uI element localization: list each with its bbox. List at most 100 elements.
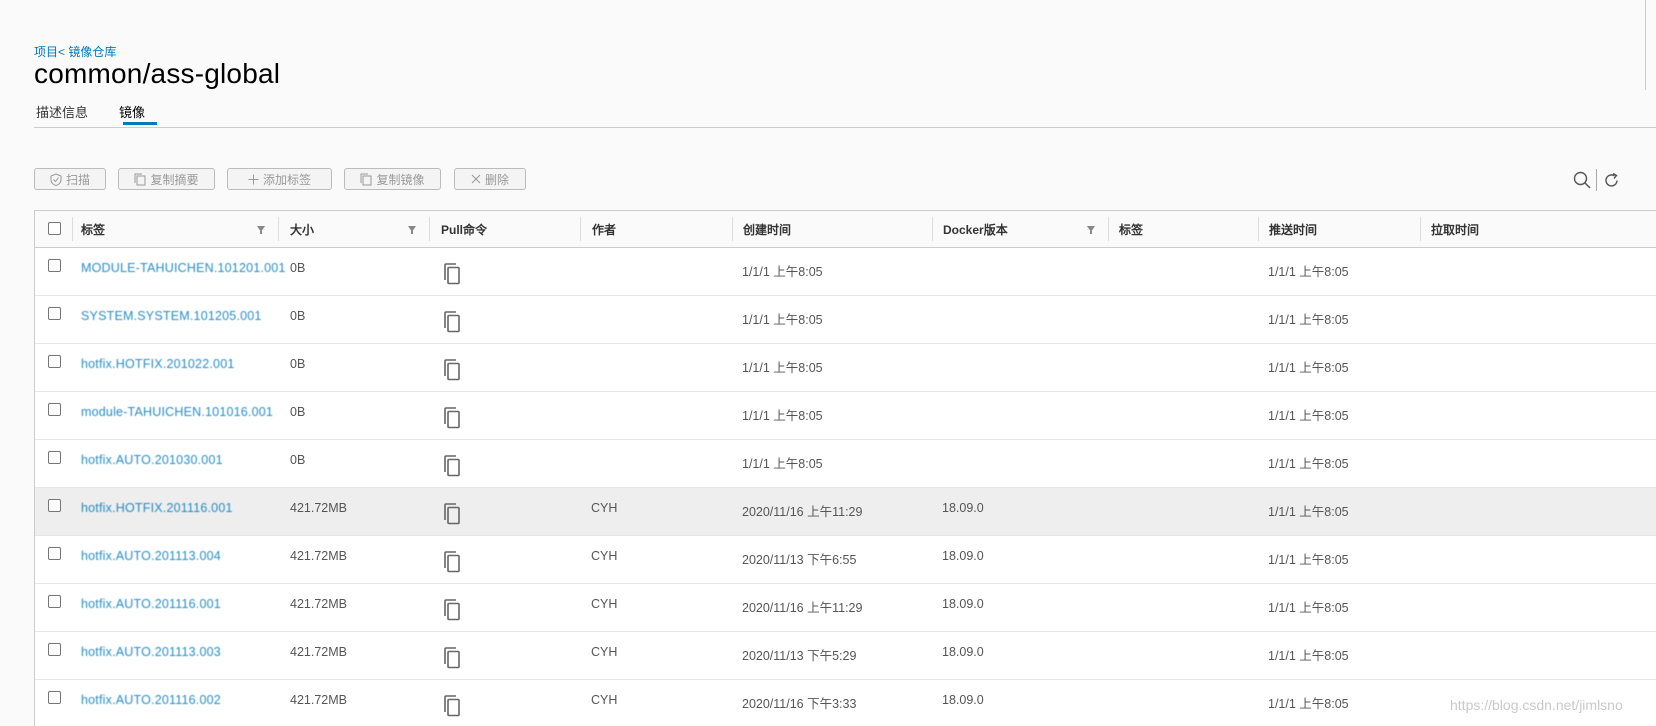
table-row[interactable]: SYSTEM.SYSTEM.101205.001 0B 1/1/1 上午8:05 1/… (35, 296, 1656, 344)
column-created-label: 创建时间 (743, 222, 792, 237)
column-header-pull[interactable]: Pull命令 (431, 211, 581, 247)
filter-icon[interactable] (257, 226, 265, 234)
tag-link[interactable]: hotfix.AUTO.201113.004 (81, 549, 221, 563)
search-button[interactable] (1570, 168, 1594, 192)
tab-images[interactable]: 镜像 (119, 102, 145, 121)
created-time-cell: 2020/11/16 下午3:33 (742, 697, 857, 711)
filter-icon[interactable] (1087, 226, 1095, 234)
column-header-labels[interactable]: 标签 (1109, 211, 1259, 247)
pushed-time-cell: 1/1/1 上午8:05 (1268, 457, 1349, 471)
breadcrumb-project-link[interactable]: 项目 (34, 45, 58, 59)
scan-button[interactable]: 扫描 (34, 168, 106, 190)
delete-label: 删除 (484, 172, 509, 187)
pushed-time-cell: 1/1/1 上午8:05 (1268, 361, 1349, 375)
row-checkbox[interactable] (48, 259, 61, 272)
row-checkbox[interactable] (48, 499, 61, 512)
shield-icon (50, 172, 62, 186)
refresh-button[interactable] (1599, 168, 1623, 192)
table-row[interactable]: hotfix.AUTO.201116.001 421.72MB CYH 2020/11… (35, 584, 1656, 632)
table-body: MODULE-TAHUICHEN.101201.001 0B 1/1/1 上午8:0… (35, 248, 1656, 726)
column-header-pulled[interactable]: 拉取时间 (1421, 211, 1656, 247)
breadcrumb-separator: < (58, 45, 66, 59)
row-checkbox[interactable] (48, 595, 61, 608)
copy-icon[interactable] (441, 502, 463, 526)
column-author-label: 作者 (592, 222, 617, 237)
column-header-docker[interactable]: Docker版本 (933, 211, 1109, 247)
pushed-time-cell: 1/1/1 上午8:05 (1268, 265, 1349, 279)
copy-icon[interactable] (441, 310, 463, 334)
tag-link[interactable]: hotfix.HOTFIX.201022.001 (81, 357, 235, 371)
created-time-cell: 2020/11/13 下午5:29 (742, 649, 857, 663)
table-row[interactable]: module-TAHUICHEN.101016.001 0B 1/1/1 上午8:0… (35, 392, 1656, 440)
copy-icon[interactable] (441, 646, 463, 670)
pushed-time-cell: 1/1/1 上午8:05 (1268, 697, 1349, 711)
table-row[interactable]: hotfix.AUTO.201113.003 421.72MB CYH 2020/11… (35, 632, 1656, 680)
tag-link[interactable]: SYSTEM.SYSTEM.101205.001 (81, 309, 262, 323)
row-checkbox[interactable] (48, 643, 61, 656)
copy-digest-button[interactable]: 复制摘要 (118, 168, 215, 190)
copy-icon[interactable] (441, 406, 463, 430)
size-cell: 421.72MB (290, 597, 347, 611)
select-all-checkbox[interactable] (48, 222, 61, 235)
tag-link[interactable]: hotfix.HOTFIX.201116.001 (81, 501, 233, 515)
table-row[interactable]: hotfix.AUTO.201030.001 0B 1/1/1 上午8:05 1/1/… (35, 440, 1656, 488)
row-checkbox[interactable] (48, 451, 61, 464)
search-icon (1573, 171, 1591, 189)
copy-icon[interactable] (441, 694, 463, 718)
tag-link[interactable]: hotfix.AUTO.201113.003 (81, 645, 221, 659)
size-cell: 0B (290, 357, 306, 371)
column-header-size[interactable]: 大小 (280, 211, 430, 247)
table-row[interactable]: hotfix.AUTO.201116.002 421.72MB CYH 2020/11… (35, 680, 1656, 726)
docker-version-cell: 18.09.0 (942, 501, 984, 515)
filter-icon[interactable] (408, 226, 416, 234)
table-header: 标签 大小 Pull命令 作者 创建时间 Docker版本 标签 推送时间 拉取… (35, 211, 1656, 248)
size-cell: 0B (290, 309, 306, 323)
author-cell: CYH (591, 549, 618, 563)
row-checkbox[interactable] (48, 307, 61, 320)
copy-icon[interactable] (441, 262, 463, 286)
column-header-created[interactable]: 创建时间 (733, 211, 933, 247)
author-cell: CYH (591, 597, 618, 611)
copy-icon[interactable] (441, 454, 463, 478)
tag-link[interactable]: hotfix.AUTO.201116.002 (81, 693, 221, 707)
column-header-author[interactable]: 作者 (582, 211, 733, 247)
copy-icon[interactable] (441, 358, 463, 382)
pushed-time-cell: 1/1/1 上午8:05 (1268, 313, 1349, 327)
copy-icon[interactable] (441, 598, 463, 622)
created-time-cell: 2020/11/16 上午11:29 (742, 601, 863, 615)
docker-version-cell: 18.09.0 (942, 693, 984, 707)
row-checkbox[interactable] (48, 403, 61, 416)
row-checkbox[interactable] (48, 355, 61, 368)
author-cell: CYH (591, 645, 618, 659)
tab-bar: 描述信息 镜像 (34, 100, 1656, 128)
tag-link[interactable]: MODULE-TAHUICHEN.101201.001 (81, 261, 286, 275)
page-title: common/ass-global (34, 58, 281, 89)
scrollbar[interactable] (1645, 0, 1656, 90)
row-checkbox[interactable] (48, 547, 61, 560)
column-header-tag[interactable]: 标签 (71, 211, 279, 247)
delete-button[interactable]: 删除 (454, 168, 526, 190)
watermark: https://blog.csdn.net/jimlsno (1450, 697, 1623, 713)
created-time-cell: 1/1/1 上午8:05 (742, 265, 823, 279)
add-tag-button[interactable]: 添加标签 (227, 168, 332, 190)
image-table: 标签 大小 Pull命令 作者 创建时间 Docker版本 标签 推送时间 拉取… (34, 210, 1656, 726)
table-row[interactable]: MODULE-TAHUICHEN.101201.001 0B 1/1/1 上午8:0… (35, 248, 1656, 296)
plus-icon (248, 174, 259, 184)
column-header-pushed[interactable]: 推送时间 (1259, 211, 1421, 247)
copy-image-button[interactable]: 复制镜像 (344, 168, 441, 190)
breadcrumb-repo-link[interactable]: 镜像仓库 (68, 45, 116, 59)
row-checkbox[interactable] (48, 691, 61, 704)
copy-icon[interactable] (441, 550, 463, 574)
tag-link[interactable]: hotfix.AUTO.201030.001 (81, 453, 223, 467)
tab-info[interactable]: 描述信息 (36, 102, 88, 121)
table-row[interactable]: hotfix.HOTFIX.201022.001 0B 1/1/1 上午8:05 1/… (35, 344, 1656, 392)
tag-link[interactable]: module-TAHUICHEN.101016.001 (81, 405, 273, 419)
tag-link[interactable]: hotfix.AUTO.201116.001 (81, 597, 221, 611)
table-row[interactable]: hotfix.HOTFIX.201116.001 421.72MB CYH 2020/… (35, 488, 1656, 536)
column-docker-label: Docker版本 (943, 222, 1008, 237)
pushed-time-cell: 1/1/1 上午8:05 (1268, 409, 1349, 423)
table-row[interactable]: hotfix.AUTO.201113.004 421.72MB CYH 2020/11… (35, 536, 1656, 584)
size-cell: 421.72MB (290, 645, 347, 659)
docker-version-cell: 18.09.0 (942, 597, 984, 611)
scan-button-label: 扫描 (65, 172, 90, 187)
